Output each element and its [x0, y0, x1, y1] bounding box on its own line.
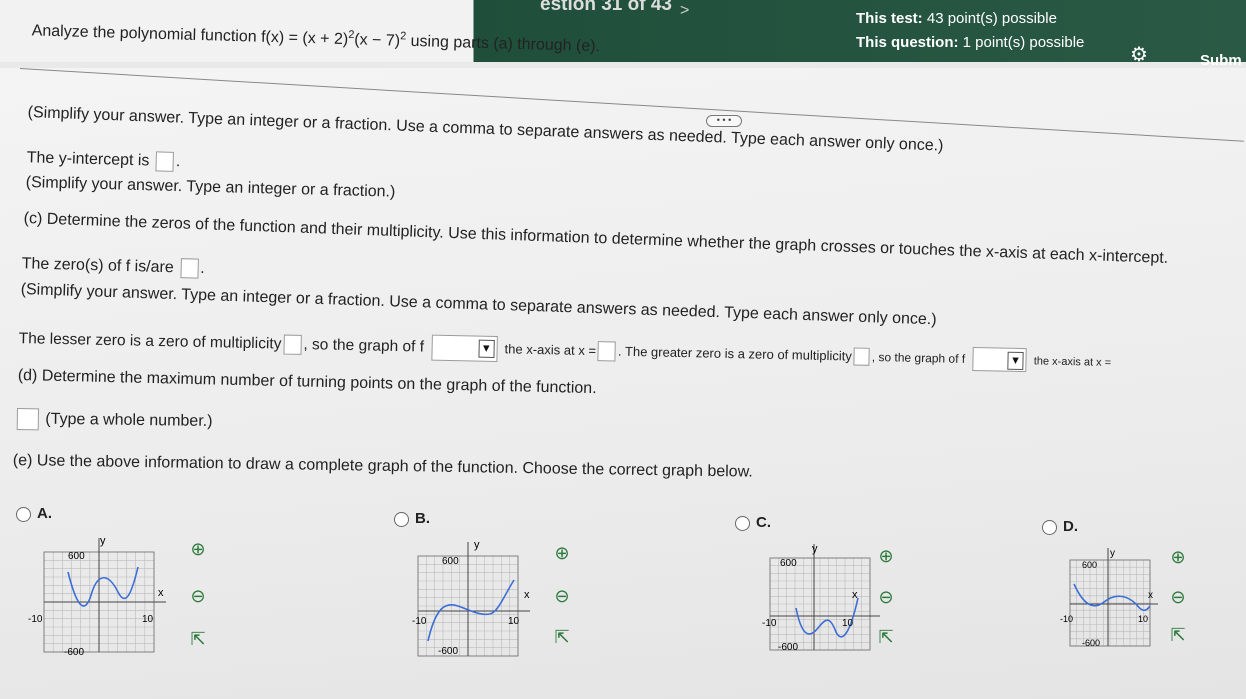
x-min-label: -10 [762, 618, 777, 629]
more-button[interactable]: • • • [706, 115, 742, 127]
graph-b: y x 600 -600 -10 10 [412, 539, 530, 657]
y-intercept-end: . [175, 153, 181, 171]
x-max-label: 10 [508, 616, 520, 627]
test-points-label: This test: [856, 10, 923, 27]
y-intercept-row: The y-intercept is . [26, 148, 181, 172]
gear-icon[interactable]: ⚙ [1130, 44, 1152, 66]
option-d-label: D. [1063, 518, 1078, 535]
zoom-out-icon[interactable]: ⊖ [874, 585, 898, 609]
greater-graph-label: , so the graph of f [871, 349, 966, 366]
y-max-label: 600 [442, 556, 459, 567]
curve [67, 566, 139, 607]
option-b-label: B. [415, 510, 430, 527]
lesser-zero-label: The lesser zero is a zero of multiplicit… [18, 330, 282, 353]
greater-multiplicity-input[interactable] [853, 347, 870, 366]
popout-icon[interactable]: ⇱ [1166, 623, 1190, 647]
question-points-value: 1 point(s) possible [962, 34, 1085, 51]
turning-points-row: (Type a whole number.) [15, 408, 213, 433]
y-max-label: 600 [1082, 560, 1097, 570]
chevron-down-icon: ▼ [478, 339, 495, 358]
x-axis-label: x [1148, 590, 1153, 601]
y-max-label: 600 [68, 551, 85, 562]
y-intercept-label: The y-intercept is [26, 149, 150, 170]
zoom-in-icon[interactable]: ⊕ [186, 537, 210, 561]
lesser-multiplicity-input[interactable] [283, 334, 302, 355]
x-max-label: 10 [842, 618, 854, 629]
part-d-hint: (Type a whole number.) [45, 410, 213, 430]
zoom-out-icon[interactable]: ⊖ [1166, 585, 1190, 609]
lesser-x-input[interactable] [597, 341, 617, 362]
problem-mid: (x − 7) [354, 31, 401, 50]
submit-button[interactable]: Subm [1200, 52, 1242, 69]
popout-icon[interactable]: ⇱ [874, 625, 898, 649]
y-axis-label: y [812, 543, 818, 555]
zoom-in-icon[interactable]: ⊕ [1166, 545, 1190, 569]
y-min-label: -600 [778, 642, 798, 653]
question-points-label: This question: [856, 34, 959, 51]
next-question-arrow[interactable]: > [680, 2, 689, 20]
zeros-input[interactable] [179, 258, 199, 279]
y-axis-label: y [1110, 548, 1115, 559]
greater-axis-label: the x-axis at x = [1033, 355, 1112, 369]
graph-a: y x 600 -600 -10 10 [28, 535, 166, 658]
option-a[interactable]: A. [16, 505, 52, 522]
zoom-out-icon[interactable]: ⊖ [550, 584, 574, 608]
zeros-end: . [199, 259, 205, 278]
y-max-label: 600 [780, 558, 797, 569]
x-axis-label: x [852, 589, 858, 601]
question-counter: estion 31 of 43 [540, 0, 672, 15]
lesser-graph-label: , so the graph of f [303, 336, 425, 356]
popout-icon[interactable]: ⇱ [550, 625, 574, 649]
y-min-label: -600 [64, 647, 84, 658]
zoom-out-icon[interactable]: ⊖ [186, 584, 210, 608]
x-axis-label: x [158, 587, 164, 599]
option-b[interactable]: B. [394, 510, 430, 527]
greater-zero-label: . The greater zero is a zero of multipli… [617, 343, 852, 364]
option-d[interactable]: D. [1042, 518, 1078, 535]
zeros-label: The zero(s) of f is/are [21, 255, 174, 277]
y-axis-label: y [474, 539, 480, 551]
grid-d [1070, 560, 1150, 646]
y-axis-label: y [100, 535, 106, 547]
zoom-in-icon[interactable]: ⊕ [550, 541, 574, 565]
lesser-axis-label: the x-axis at x = [504, 341, 597, 359]
radio-d[interactable] [1042, 519, 1057, 535]
y-min-label: -600 [438, 646, 458, 657]
x-axis-label: x [524, 589, 530, 601]
x-min-label: -10 [28, 614, 43, 625]
zoom-in-icon[interactable]: ⊕ [874, 544, 898, 568]
greater-behavior-dropdown[interactable]: ▼ [972, 346, 1027, 373]
turning-points-input[interactable] [16, 408, 39, 431]
test-points: This test: 43 point(s) possible [856, 10, 1057, 27]
chevron-down-icon: ▼ [1007, 351, 1024, 371]
x-max-label: 10 [142, 614, 154, 625]
x-min-label: -10 [1060, 614, 1073, 624]
radio-c[interactable] [735, 515, 750, 531]
option-c[interactable]: C. [735, 514, 771, 531]
radio-b[interactable] [394, 511, 409, 527]
curve [1073, 583, 1151, 612]
x-max-label: 10 [1138, 614, 1148, 624]
grid-c [770, 558, 870, 650]
y-min-label: -600 [1082, 638, 1100, 648]
radio-a[interactable] [16, 506, 31, 522]
y-intercept-input[interactable] [155, 151, 175, 172]
x-min-label: -10 [412, 616, 427, 627]
popout-icon[interactable]: ⇱ [186, 627, 210, 651]
lesser-behavior-dropdown[interactable]: ▼ [431, 334, 498, 363]
option-c-label: C. [756, 514, 771, 531]
graph-d: y x 600 -600 -10 10 [1060, 548, 1158, 648]
question-points: This question: 1 point(s) possible [856, 34, 1084, 51]
test-points-value: 43 point(s) possible [926, 10, 1057, 27]
option-a-label: A. [37, 505, 52, 522]
